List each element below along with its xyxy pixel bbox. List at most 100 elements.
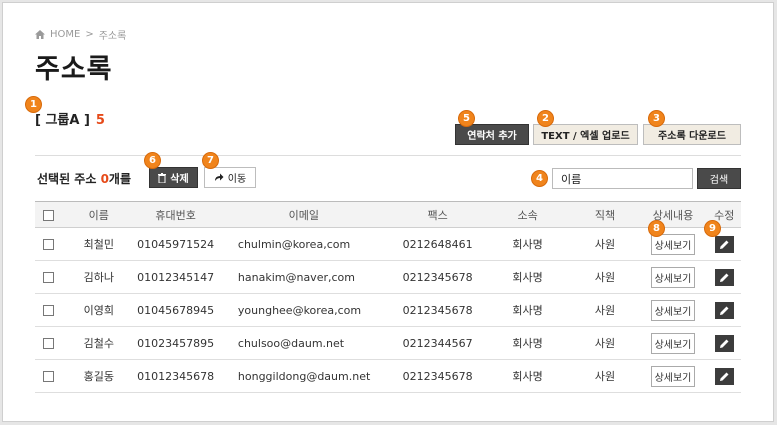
row-checkbox[interactable]	[43, 371, 55, 382]
cell-edit	[707, 260, 741, 294]
page-title: 주소록	[35, 54, 113, 85]
redo-arrow-icon	[214, 173, 224, 181]
cell-fax: 0212648461	[391, 227, 484, 261]
cell-position: 사원	[571, 359, 639, 393]
selected-prefix: 선택된 주소	[37, 172, 101, 186]
table-row: 최철민 01045971524 chulmin@korea,com 021264846…	[35, 227, 741, 261]
group-count: 5	[95, 113, 105, 128]
divider	[35, 155, 741, 156]
move-label: 이동	[227, 174, 247, 185]
table-row: 홍길동 01012345678 honggildong@daum.net 021234…	[35, 359, 741, 393]
row-checkbox[interactable]	[43, 305, 55, 316]
breadcrumb-home[interactable]: HOME	[50, 29, 80, 40]
move-button[interactable]: 이동	[204, 167, 256, 188]
cell-org: 회사명	[483, 227, 572, 261]
header-mobile: 휴대번호	[135, 201, 216, 228]
detail-button[interactable]: 상세보기	[650, 365, 696, 387]
callout-badge-9: 9	[704, 220, 721, 237]
cell-mobile: 01045678945	[135, 293, 216, 327]
app-frame: HOME > 주소록 주소록 1 [ 그룹A ] 5 5 연락처 추가 2 TEX…	[2, 2, 774, 422]
upload-button[interactable]: TEXT / 엑셀 업로드	[533, 124, 638, 145]
edit-button[interactable]	[714, 301, 734, 319]
detail-button[interactable]: 상세보기	[650, 332, 696, 354]
trash-icon	[158, 172, 167, 183]
cell-edit	[707, 359, 741, 393]
table-row: 김하나 01012345147 hanakim@naver,com 021234567…	[35, 260, 741, 294]
cell-detail: 상세보기	[638, 293, 708, 327]
pencil-icon	[719, 372, 729, 381]
row-select-cell	[35, 326, 63, 360]
pencil-icon	[719, 339, 729, 348]
table-header-row: 이름 휴대번호 이메일 팩스 소속 직책 상세내용 수정	[35, 201, 741, 228]
callout-badge-7: 7	[202, 152, 219, 169]
pencil-icon	[719, 240, 729, 249]
detail-button[interactable]: 상세보기	[650, 299, 696, 321]
selected-count: 0	[100, 172, 109, 186]
select-all-checkbox[interactable]	[43, 209, 55, 221]
delete-button[interactable]: 삭제	[149, 167, 198, 188]
add-contact-button[interactable]: 연락처 추가	[455, 124, 529, 145]
header-org: 소속	[483, 201, 572, 228]
cell-org: 회사명	[483, 293, 572, 327]
home-icon[interactable]	[35, 30, 45, 39]
cell-name: 홍길동	[62, 359, 136, 393]
cell-org: 회사명	[483, 359, 572, 393]
cell-position: 사원	[571, 293, 639, 327]
callout-badge-1: 1	[25, 96, 42, 113]
cell-mobile: 01012345147	[135, 260, 216, 294]
cell-fax: 0212345678	[391, 359, 484, 393]
header-select-all	[35, 201, 63, 228]
cell-mobile: 01012345678	[135, 359, 216, 393]
cell-email: chulsoo@daum.net	[215, 326, 392, 360]
callout-badge-8: 8	[648, 220, 665, 237]
cell-org: 회사명	[483, 326, 572, 360]
download-button[interactable]: 주소록 다운로드	[643, 124, 741, 145]
cell-name: 김하나	[62, 260, 136, 294]
row-select-cell	[35, 260, 63, 294]
row-select-cell	[35, 227, 63, 261]
cell-org: 회사명	[483, 260, 572, 294]
cell-position: 사원	[571, 326, 639, 360]
contacts-table: 이름 휴대번호 이메일 팩스 소속 직책 상세내용 수정 최철민 01045971…	[35, 201, 741, 393]
cell-email: younghee@korea,com	[215, 293, 392, 327]
table-row: 김철수 01023457895 chulsoo@daum.net 0212344567…	[35, 326, 741, 360]
row-checkbox[interactable]	[43, 338, 55, 349]
cell-edit	[707, 326, 741, 360]
search-button[interactable]: 검색	[697, 168, 741, 189]
search-input[interactable]: 이름	[552, 168, 693, 189]
cell-email: hanakim@naver,com	[215, 260, 392, 294]
row-checkbox[interactable]	[43, 239, 55, 250]
callout-badge-5: 5	[458, 110, 475, 127]
cell-fax: 0212344567	[391, 326, 484, 360]
pencil-icon	[719, 273, 729, 282]
header-position: 직책	[571, 201, 639, 228]
callout-badge-3: 3	[648, 110, 665, 127]
header-email: 이메일	[215, 201, 392, 228]
breadcrumb-separator: >	[85, 29, 94, 40]
cell-email: honggildong@daum.net	[215, 359, 392, 393]
cell-fax: 0212345678	[391, 260, 484, 294]
header-name: 이름	[62, 201, 136, 228]
callout-badge-6: 6	[144, 152, 161, 169]
edit-button[interactable]	[714, 268, 734, 286]
cell-detail: 상세보기	[638, 326, 708, 360]
group-heading: [ 그룹A ] 5	[35, 109, 105, 128]
cell-name: 김철수	[62, 326, 136, 360]
edit-button[interactable]	[714, 367, 734, 385]
detail-button[interactable]: 상세보기	[650, 266, 696, 288]
callout-badge-2: 2	[537, 110, 554, 127]
row-select-cell	[35, 293, 63, 327]
table-body: 최철민 01045971524 chulmin@korea,com 021264846…	[35, 227, 741, 393]
edit-button[interactable]	[714, 334, 734, 352]
cell-detail: 상세보기	[638, 260, 708, 294]
cell-position: 사원	[571, 260, 639, 294]
cell-mobile: 01045971524	[135, 227, 216, 261]
cell-position: 사원	[571, 227, 639, 261]
cell-name: 최철민	[62, 227, 136, 261]
cell-email: chulmin@korea,com	[215, 227, 392, 261]
delete-label: 삭제	[170, 174, 189, 185]
row-checkbox[interactable]	[43, 272, 55, 283]
table-row: 이영희 01045678945 younghee@korea,com 02123456…	[35, 293, 741, 327]
breadcrumb-current: 주소록	[98, 31, 127, 42]
edit-button[interactable]	[714, 235, 734, 253]
